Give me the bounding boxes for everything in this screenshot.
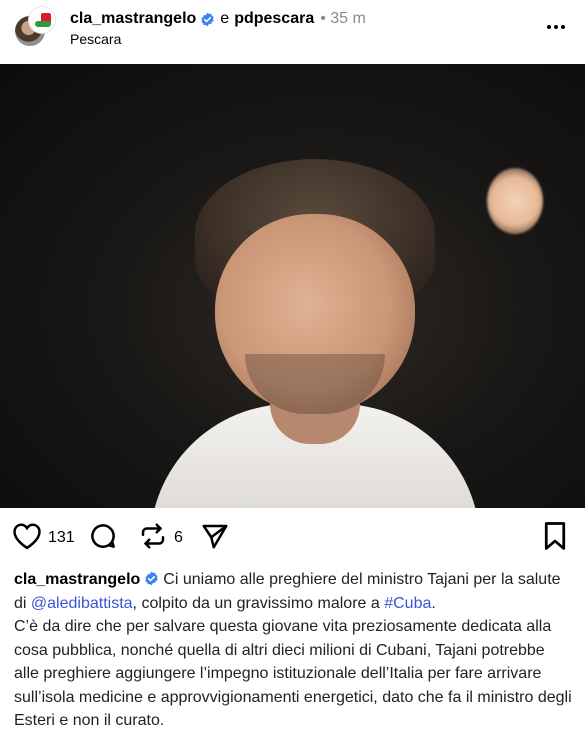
coauthor-avatar-logo [29, 7, 55, 33]
verified-badge-icon [200, 12, 215, 27]
caption-mention[interactable]: @aledibattista [31, 595, 133, 612]
comment-button[interactable] [88, 520, 118, 556]
like-count: 131 [48, 529, 75, 546]
post-location[interactable]: Pescara [70, 31, 121, 47]
repost-button[interactable]: 6 [138, 520, 183, 556]
author-username[interactable]: cla_mastrangelo [70, 10, 196, 28]
save-button[interactable] [542, 520, 568, 556]
repost-icon [138, 521, 168, 556]
more-dots-icon[interactable] [545, 18, 567, 36]
coauthor-conjunction: e [220, 10, 230, 27]
caption-paragraph: C’è da dire che per salvare questa giova… [14, 618, 572, 729]
like-button[interactable]: 131 [12, 520, 75, 556]
bookmark-icon [542, 521, 568, 556]
verified-badge-icon [144, 570, 159, 586]
action-bar: 131 6 [0, 520, 585, 556]
heart-icon [12, 522, 42, 555]
caption-author[interactable]: cla_mastrangelo [14, 571, 140, 588]
author-avatar[interactable] [13, 7, 55, 49]
send-icon [199, 521, 231, 556]
caption-hashtag[interactable]: #Cuba [384, 595, 431, 612]
share-button[interactable] [199, 520, 231, 556]
repost-count: 6 [174, 529, 183, 546]
author-line: cla_mastrangelo e pdpescara • 35 m [70, 8, 366, 30]
post-caption: cla_mastrangelo Ci uniamo alle preghiere … [14, 568, 574, 733]
post-header: cla_mastrangelo e pdpescara • 35 m Pesca… [0, 0, 585, 62]
post-photo[interactable] [0, 64, 585, 508]
caption-text: . [431, 594, 436, 612]
comment-bubble-icon [88, 521, 118, 556]
caption-text: , colpito da un gravissimo malore a [132, 594, 385, 612]
post-timestamp: • 35 m [320, 10, 366, 27]
coauthor-username[interactable]: pdpescara [234, 10, 314, 28]
